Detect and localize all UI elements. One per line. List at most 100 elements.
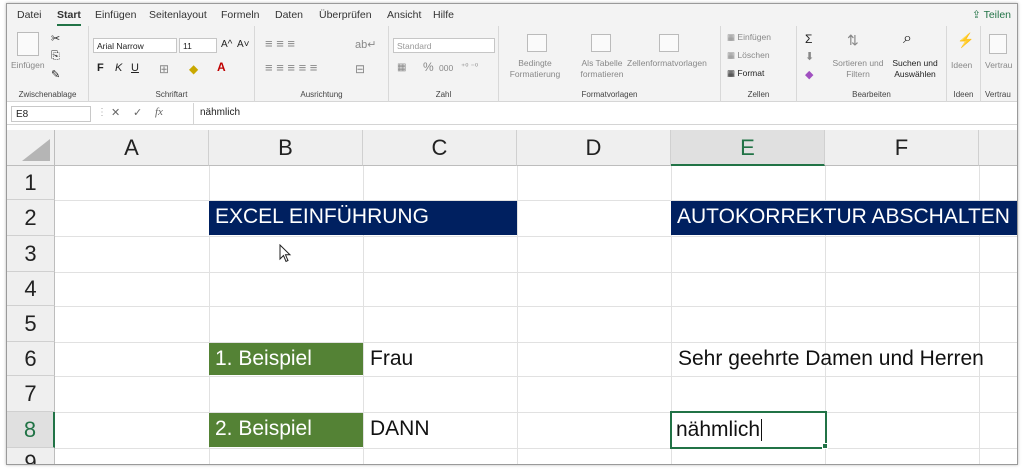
row-header-9[interactable]: 9 xyxy=(7,448,55,464)
cell-b2[interactable]: EXCEL EINFÜHRUNG xyxy=(209,201,517,235)
column-header-c[interactable]: C xyxy=(363,130,517,166)
tab-ansicht[interactable]: Ansicht xyxy=(387,9,421,21)
column-header-d[interactable]: D xyxy=(517,130,671,166)
autosum-button[interactable]: Σ xyxy=(805,32,812,46)
row-header-4[interactable]: 4 xyxy=(7,272,55,306)
group-label-cells: Zellen xyxy=(747,90,770,99)
find-select-icon[interactable]: ⌕ xyxy=(903,30,912,48)
insert-cells-button[interactable]: ▦ Einfügen xyxy=(727,32,771,43)
thousands-button[interactable]: 000 xyxy=(439,63,453,73)
trust-icon[interactable] xyxy=(989,34,1007,54)
wrap-text-icon[interactable]: ab↵ xyxy=(355,38,376,51)
fill-handle[interactable] xyxy=(822,443,828,449)
italic-button[interactable]: K xyxy=(115,62,122,74)
cell-b6[interactable]: 1. Beispiel xyxy=(209,343,363,375)
fill-color-icon[interactable]: ◆ xyxy=(189,62,198,76)
shrink-font-button[interactable]: A˅ xyxy=(237,39,250,50)
cell-styles-button[interactable]: Zellenformatvorlagen xyxy=(627,58,707,68)
paste-icon[interactable] xyxy=(17,32,39,56)
paste-button[interactable]: Einfügen xyxy=(11,60,45,70)
column-header-b[interactable]: B xyxy=(209,130,363,166)
conditional-format-icon[interactable] xyxy=(527,34,547,52)
gridline xyxy=(55,448,1017,449)
formula-input[interactable]: nähmlich xyxy=(193,103,1017,124)
select-all-button[interactable] xyxy=(7,130,55,166)
bold-button[interactable]: F xyxy=(97,62,104,74)
cell-b8[interactable]: 2. Beispiel xyxy=(209,413,363,447)
sort-filter-icon[interactable]: ⇅ xyxy=(847,32,859,49)
tab-datei[interactable]: Datei xyxy=(17,9,42,21)
delete-cells-button[interactable]: ▦ Löschen xyxy=(727,50,770,61)
format-table-icon[interactable] xyxy=(591,34,611,52)
cancel-icon[interactable]: ✕ xyxy=(111,106,120,119)
tab-einfuegen[interactable]: Einfügen xyxy=(95,9,136,21)
group-label-clipboard: Zwischenablage xyxy=(18,90,77,99)
delete-icon: ▦ xyxy=(727,50,738,60)
gridline xyxy=(55,306,1017,307)
tab-formeln[interactable]: Formeln xyxy=(221,9,260,21)
row-header-7[interactable]: 7 xyxy=(7,376,55,412)
cell-styles-icon[interactable] xyxy=(659,34,679,52)
font-color-icon[interactable]: A xyxy=(217,60,226,74)
gridline xyxy=(517,166,518,464)
row-header-8[interactable]: 8 xyxy=(7,412,55,448)
row-header-1[interactable]: 1 xyxy=(7,166,55,200)
ideas-button[interactable]: Ideen xyxy=(951,60,972,70)
format-painter-icon[interactable]: ✎ xyxy=(51,68,60,81)
underline-button[interactable]: U xyxy=(131,62,139,74)
cell-e6[interactable]: Sehr geehrte Damen und Herren xyxy=(672,343,1017,375)
group-editing: Σ ⬇ ◆ ⇅ Sortieren und Filtern ⌕ Suchen u… xyxy=(797,26,947,102)
enter-icon[interactable]: ✓ xyxy=(133,106,142,119)
format-table-button[interactable]: Als Tabelle formatieren xyxy=(571,58,633,80)
format-cells-label: Format xyxy=(737,68,765,78)
cell-c6[interactable]: Frau xyxy=(364,343,516,375)
formula-bar: E8 ⋮ ✕ ✓ fx nähmlich xyxy=(7,103,1017,125)
ribbon-tab-bar: Datei Start Einfügen Seitenlayout Formel… xyxy=(7,4,1017,26)
cut-icon[interactable]: ✂ xyxy=(51,32,60,45)
font-name-select[interactable]: Arial Narrow xyxy=(93,38,177,53)
column-header-g[interactable] xyxy=(979,130,1017,166)
text-caret xyxy=(761,419,763,442)
row-header-3[interactable]: 3 xyxy=(7,236,55,272)
clear-icon[interactable]: ◆ xyxy=(805,68,813,81)
active-cell-e8[interactable]: nähmlich xyxy=(670,411,827,449)
group-label-font: Schriftart xyxy=(155,90,188,99)
currency-icon[interactable]: ▦ xyxy=(397,62,406,73)
row-header-6[interactable]: 6 xyxy=(7,342,55,376)
tab-daten[interactable]: Daten xyxy=(275,9,303,21)
tab-ueberpruefen[interactable]: Überprüfen xyxy=(319,9,372,21)
percent-button[interactable]: % xyxy=(423,60,434,74)
column-header-f[interactable]: F xyxy=(825,130,979,166)
insert-function-button[interactable]: fx xyxy=(155,106,163,118)
name-box[interactable]: E8 xyxy=(11,106,91,122)
sort-filter-button[interactable]: Sortieren und Filtern xyxy=(831,58,885,80)
font-size-select[interactable]: 11 xyxy=(179,38,217,53)
decimal-icon[interactable]: ⁺⁰ ⁻⁰ xyxy=(461,62,478,71)
share-button[interactable]: ⇪ Teilen xyxy=(972,9,1011,21)
column-header-a[interactable]: A xyxy=(55,130,209,166)
tab-seitenlayout[interactable]: Seitenlayout xyxy=(149,9,207,21)
column-header-e[interactable]: E xyxy=(671,130,825,166)
copy-icon[interactable]: ⎘ xyxy=(51,50,60,63)
number-format-select[interactable]: Standard xyxy=(393,38,495,53)
group-ideas: ⚡ Ideen Ideen xyxy=(947,26,981,102)
insert-cells-label: Einfügen xyxy=(737,32,771,42)
find-select-button[interactable]: Suchen und Auswählen xyxy=(887,58,943,80)
format-icon: ▦ xyxy=(727,68,738,78)
trust-button[interactable]: Vertrau xyxy=(985,60,1012,70)
conditional-format-button[interactable]: Bedingte Formatierung xyxy=(503,58,567,80)
format-cells-button[interactable]: ▦ Format xyxy=(727,68,764,79)
cell-c8[interactable]: DANN xyxy=(364,413,516,447)
cell-e2[interactable]: AUTOKORREKTUR ABSCHALTEN xyxy=(671,201,1017,235)
align-left-icon[interactable]: ≡ ≡ ≡ ≡ ≡ xyxy=(265,60,317,75)
row-header-2[interactable]: 2 xyxy=(7,200,55,236)
tab-start[interactable]: Start xyxy=(57,9,81,26)
merge-center-icon[interactable]: ⊟ xyxy=(355,62,365,76)
ideas-icon[interactable]: ⚡ xyxy=(957,32,974,49)
align-top-icon[interactable]: ≡ ≡ ≡ xyxy=(265,36,295,51)
row-header-5[interactable]: 5 xyxy=(7,306,55,342)
grow-font-button[interactable]: A^ xyxy=(221,39,232,50)
fill-icon[interactable]: ⬇ xyxy=(805,50,814,63)
border-icon[interactable]: ⊞ xyxy=(159,62,169,76)
tab-hilfe[interactable]: Hilfe xyxy=(433,9,454,21)
